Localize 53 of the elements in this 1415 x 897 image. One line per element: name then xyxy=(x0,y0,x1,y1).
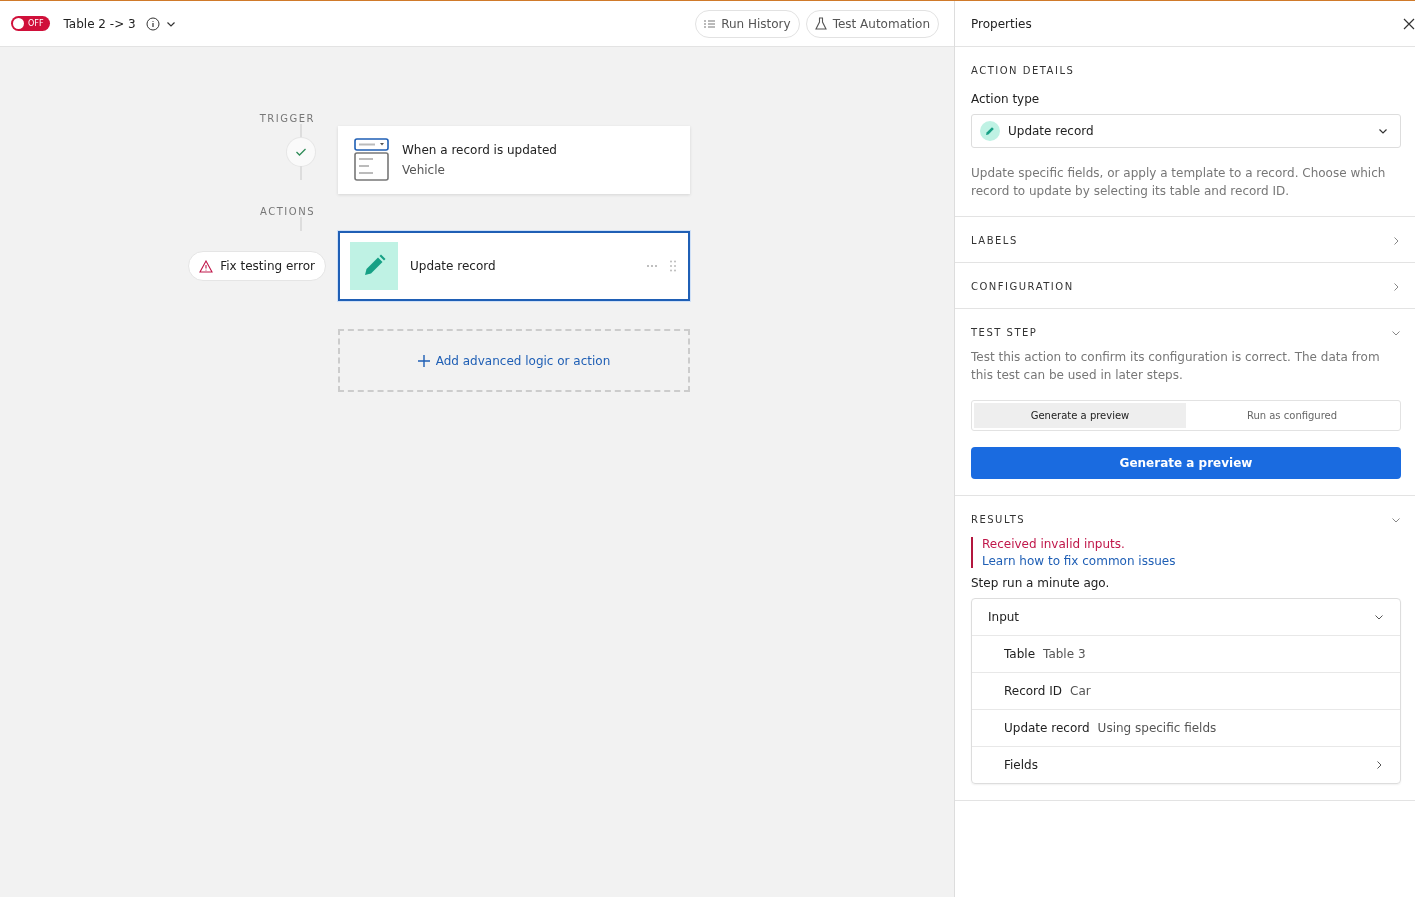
panel-title: Properties xyxy=(971,16,1032,31)
run-history-button[interactable]: Run History xyxy=(695,9,800,38)
section-title: LABELS xyxy=(971,235,1018,246)
action-title: Update record xyxy=(410,259,496,273)
mode-tab[interactable]: Generate a preview xyxy=(974,403,1186,428)
section-title: TEST STEP xyxy=(971,327,1038,338)
chevron-down-icon xyxy=(1378,126,1388,136)
generate-preview-button[interactable]: Generate a preview xyxy=(971,447,1401,479)
pencil-icon xyxy=(980,121,1000,141)
trigger-label: TRIGGER xyxy=(259,113,315,124)
flask-icon xyxy=(814,17,827,30)
drag-handle-icon[interactable] xyxy=(670,260,676,272)
trigger-card[interactable]: When a record is updated Vehicle xyxy=(338,126,690,194)
actions-label: ACTIONS xyxy=(260,206,315,217)
info-icon[interactable] xyxy=(145,16,160,31)
status-text: Step run a minute ago. xyxy=(971,576,1111,590)
action-card[interactable]: Update record xyxy=(338,231,690,301)
input-value: Table 3 xyxy=(1043,647,1086,661)
trigger-title: When a record is updated xyxy=(402,143,557,157)
warning-icon xyxy=(199,259,214,273)
more-icon[interactable] xyxy=(646,264,658,268)
input-label: Table xyxy=(1004,647,1036,661)
close-icon[interactable] xyxy=(1403,17,1415,30)
list-icon xyxy=(704,18,716,29)
description-text: Test this action to confirm its configuration is correct. The data from this test can be used in later steps. xyxy=(971,349,1381,384)
form-icon xyxy=(354,138,390,182)
section-title: RESULTS xyxy=(971,514,1026,525)
automation-title: Table 2 -> 3 xyxy=(63,16,136,31)
chevron-down-icon[interactable] xyxy=(1374,612,1384,622)
section-title: CONFIGURATION xyxy=(971,281,1074,292)
error-text: Received invalid inputs. xyxy=(982,537,1126,551)
chevron-right-icon xyxy=(1374,760,1384,770)
trigger-subtitle: Vehicle xyxy=(402,163,446,177)
plus-icon xyxy=(417,354,430,367)
fields-row[interactable]: Fields xyxy=(972,746,1400,783)
input-label: Record ID xyxy=(1004,684,1063,698)
mode-tab[interactable]: Run as configured xyxy=(1186,403,1398,428)
test-automation-button[interactable]: Test Automation xyxy=(805,9,939,38)
input-label: Update record xyxy=(1004,721,1090,735)
pencil-icon xyxy=(350,242,398,290)
action-type-dropdown[interactable]: Update record xyxy=(971,114,1401,148)
error-badge[interactable]: Fix testing error xyxy=(188,251,326,281)
input-title: Input xyxy=(988,610,1020,624)
toggle-switch[interactable]: OFF xyxy=(11,16,50,31)
field-label: Action type xyxy=(971,92,1041,106)
chevron-right-icon[interactable] xyxy=(1391,281,1401,292)
input-value: Car xyxy=(1070,684,1091,698)
help-link[interactable]: Learn how to fix common issues xyxy=(982,554,1401,568)
add-step-button[interactable]: Add advanced logic or action xyxy=(338,329,690,392)
section-title: ACTION DETAILS xyxy=(971,65,1075,76)
input-value: Using specific fields xyxy=(1097,721,1217,735)
description-text: Update specific fields, or apply a template to a record. Choose which record to update by selecting its table and record ID. xyxy=(971,165,1387,200)
chevron-right-icon[interactable] xyxy=(1391,235,1401,246)
